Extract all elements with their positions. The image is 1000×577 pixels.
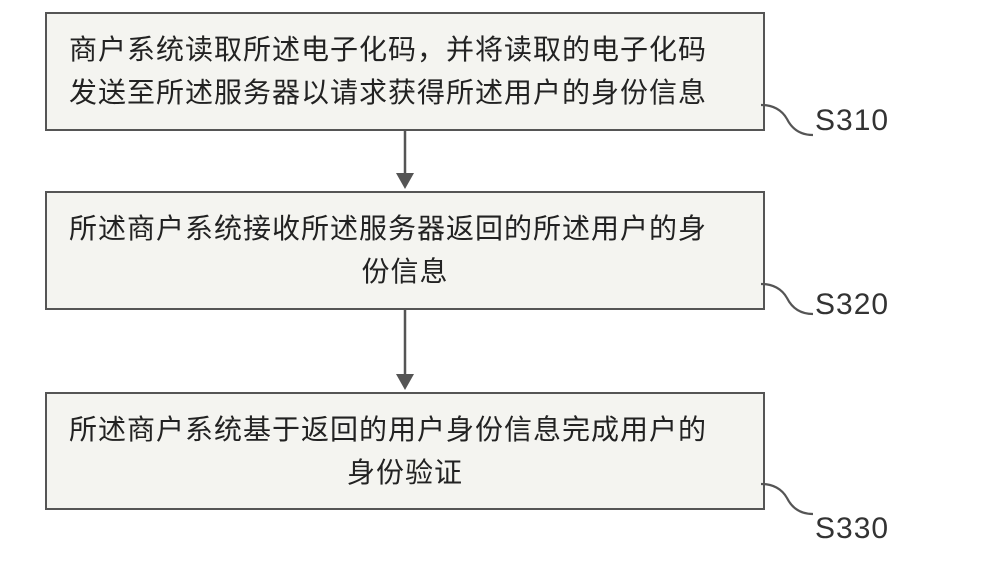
step-text-line: 所述商户系统基于返回的用户身份信息完成用户的 [69,408,741,451]
arrow-down-icon [390,310,420,392]
label-connector [759,276,819,326]
step-text-line: 身份验证 [69,451,741,494]
flowchart-container: 商户系统读取所述电子化码，并将读取的电子化码 发送至所述服务器以请求获得所述用户… [45,12,955,510]
flow-arrow [45,131,765,191]
flow-step-s330: 所述商户系统基于返回的用户身份信息完成用户的 身份验证 [45,392,765,511]
flow-step-s320: 所述商户系统接收所述服务器返回的所述用户的身 份信息 [45,191,765,310]
label-connector [759,97,819,147]
step-label-s330: S330 [815,512,889,546]
step-text-line: 发送至所述服务器以请求获得所述用户的身份信息 [69,71,741,114]
step-text-line: 所述商户系统接收所述服务器返回的所述用户的身 [69,207,741,250]
step-text-line: 份信息 [69,250,741,293]
step-label-s320: S320 [815,288,889,322]
step-label-s310: S310 [815,104,889,138]
arrow-down-icon [390,131,420,191]
flow-arrow [45,310,765,392]
label-connector [759,476,819,526]
flow-step-s310: 商户系统读取所述电子化码，并将读取的电子化码 发送至所述服务器以请求获得所述用户… [45,12,765,131]
step-text-line: 商户系统读取所述电子化码，并将读取的电子化码 [69,28,741,71]
